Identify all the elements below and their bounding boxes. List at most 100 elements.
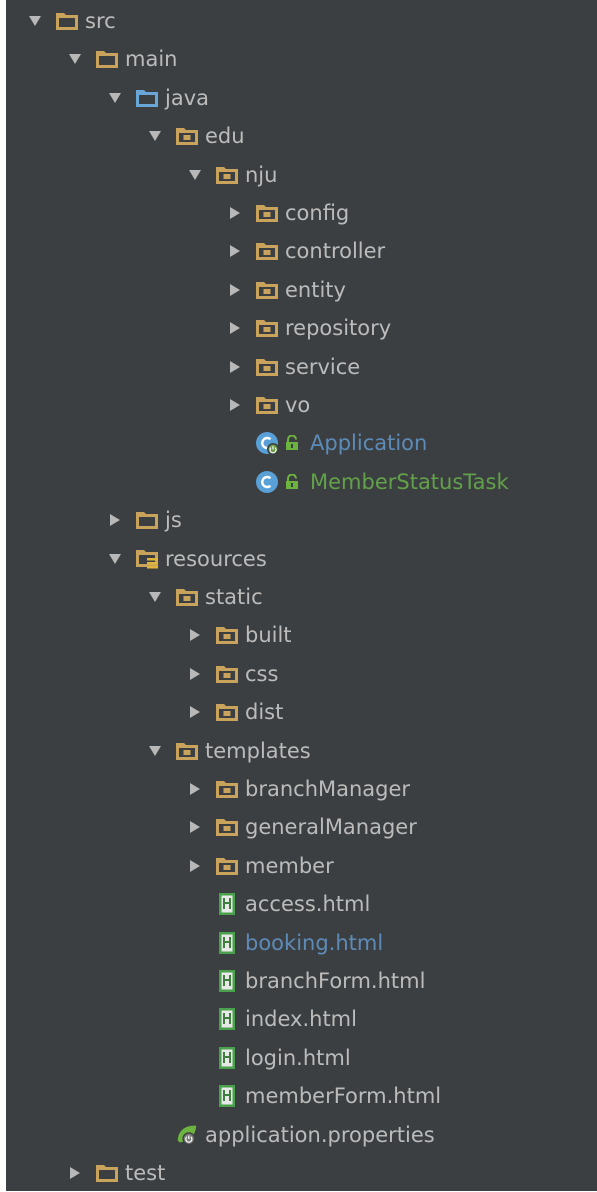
tree-row[interactable]: MemberStatusTask <box>6 463 597 501</box>
package-icon <box>215 854 239 878</box>
tree-item-label: templates <box>205 738 311 763</box>
expand-arrow-down-icon[interactable] <box>64 40 86 78</box>
tree-row[interactable]: css <box>6 655 597 693</box>
collapse-arrow-right-icon[interactable] <box>184 770 206 808</box>
tree-item-label: application.properties <box>205 1122 435 1147</box>
tree-item-label: repository <box>285 316 392 341</box>
tree-item-label: Application <box>310 431 428 456</box>
collapse-arrow-right-icon[interactable] <box>224 309 246 347</box>
tree-row[interactable]: member <box>6 847 597 885</box>
collapse-arrow-right-icon[interactable] <box>224 271 246 309</box>
collapse-arrow-right-icon[interactable] <box>224 386 246 424</box>
tree-row[interactable]: login.html <box>6 1039 597 1077</box>
tree-row[interactable]: service <box>6 348 597 386</box>
expand-arrow-down-icon[interactable] <box>104 540 126 578</box>
package-icon <box>215 623 239 647</box>
package-icon <box>215 777 239 801</box>
tree-row[interactable]: branchForm.html <box>6 962 597 1000</box>
tree-item-label: css <box>245 661 279 686</box>
tree-row[interactable]: resources <box>6 540 597 578</box>
tree-row[interactable]: test <box>6 1154 597 1192</box>
html-file-icon <box>215 892 239 916</box>
tree-row[interactable]: src <box>6 2 597 40</box>
tree-row[interactable]: generalManager <box>6 808 597 846</box>
unlock-icon <box>285 434 301 452</box>
html-file-icon <box>215 931 239 955</box>
collapse-arrow-right-icon[interactable] <box>184 693 206 731</box>
project-tree: src main java edu nju config controller entity r… <box>6 0 597 1191</box>
tree-item-label: index.html <box>245 1007 357 1032</box>
collapse-arrow-right-icon[interactable] <box>104 501 126 539</box>
tree-row[interactable]: memberForm.html <box>6 1077 597 1115</box>
package-icon <box>255 355 279 379</box>
package-icon <box>215 815 239 839</box>
tree-row[interactable]: static <box>6 578 597 616</box>
tree-row[interactable]: dist <box>6 693 597 731</box>
class-icon <box>255 470 279 494</box>
package-icon <box>175 739 199 763</box>
tree-row[interactable]: booking.html <box>6 924 597 962</box>
folder-icon <box>95 1161 119 1185</box>
tree-item-label: vo <box>285 393 311 417</box>
tree-item-label: generalManager <box>245 815 417 840</box>
package-icon <box>255 201 279 225</box>
tree-row[interactable]: java <box>6 79 597 117</box>
collapse-arrow-right-icon[interactable] <box>224 194 246 232</box>
tree-item-label: branchForm.html <box>245 969 426 993</box>
expand-arrow-down-icon[interactable] <box>24 2 46 40</box>
expand-arrow-down-icon[interactable] <box>184 156 206 194</box>
tree-item-label: built <box>245 623 292 648</box>
unlock-icon <box>285 473 301 491</box>
package-icon <box>255 278 279 302</box>
expand-arrow-down-icon[interactable] <box>144 732 166 770</box>
expand-arrow-down-icon[interactable] <box>144 117 166 155</box>
tree-item-label: dist <box>245 700 284 725</box>
tree-row[interactable]: edu <box>6 117 597 155</box>
tree-row[interactable]: application.properties <box>6 1116 597 1154</box>
html-file-icon <box>215 1084 239 1108</box>
package-icon <box>215 163 239 187</box>
tree-row[interactable]: branchManager <box>6 770 597 808</box>
tree-item-label: controller <box>285 239 386 264</box>
collapse-arrow-right-icon[interactable] <box>224 348 246 386</box>
tree-item-label: memberForm.html <box>245 1084 442 1109</box>
tree-row[interactable]: vo <box>6 386 597 424</box>
tree-row[interactable]: index.html <box>6 1000 597 1038</box>
tree-item-label: nju <box>245 162 278 187</box>
tree-item-label: test <box>125 1161 166 1185</box>
resources-folder-icon <box>135 547 159 571</box>
tree-row[interactable]: templates <box>6 732 597 770</box>
tree-row[interactable]: config <box>6 194 597 232</box>
tree-row[interactable]: Application <box>6 424 597 462</box>
source-folder-icon <box>135 86 159 110</box>
tree-item-label: js <box>165 508 182 533</box>
tree-row[interactable]: js <box>6 501 597 539</box>
expand-arrow-down-icon[interactable] <box>144 578 166 616</box>
package-icon <box>255 393 279 417</box>
html-file-icon <box>215 1046 239 1070</box>
tree-item-label: booking.html <box>245 930 384 955</box>
tree-item-label: login.html <box>245 1045 351 1070</box>
package-icon <box>215 700 239 724</box>
tree-item-label: resources <box>165 546 267 571</box>
package-icon <box>175 585 199 609</box>
tree-row[interactable]: nju <box>6 156 597 194</box>
tree-row[interactable]: repository <box>6 309 597 347</box>
tree-row[interactable]: main <box>6 40 597 78</box>
html-file-icon <box>215 1007 239 1031</box>
collapse-arrow-right-icon[interactable] <box>184 808 206 846</box>
collapse-arrow-right-icon[interactable] <box>184 655 206 693</box>
tree-item-label: access.html <box>245 892 371 917</box>
collapse-arrow-right-icon[interactable] <box>184 616 206 654</box>
collapse-arrow-right-icon[interactable] <box>224 232 246 270</box>
package-icon <box>255 239 279 263</box>
tree-row[interactable]: built <box>6 616 597 654</box>
collapse-arrow-right-icon[interactable] <box>64 1154 86 1192</box>
tree-row[interactable]: entity <box>6 271 597 309</box>
tree-row[interactable]: access.html <box>6 885 597 923</box>
tree-item-label: branchManager <box>245 777 411 801</box>
expand-arrow-down-icon[interactable] <box>104 79 126 117</box>
html-file-icon <box>215 969 239 993</box>
tree-row[interactable]: controller <box>6 232 597 270</box>
collapse-arrow-right-icon[interactable] <box>184 847 206 885</box>
